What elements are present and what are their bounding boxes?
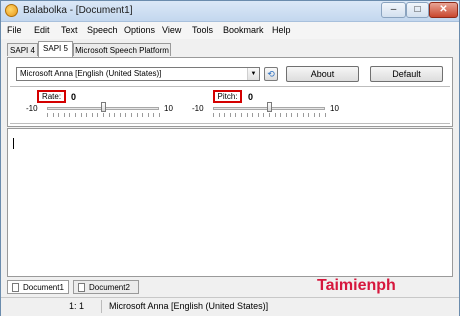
rate-slider-tick [58,113,60,117]
pitch-slider-tick [224,113,226,117]
tab-document2-label: Document2 [89,283,130,292]
rate-slider-tick [97,113,99,117]
pitch-slider-tick [302,113,304,117]
menu-bookmark[interactable]: Bookmark [223,25,264,35]
tab-sapi5[interactable]: SAPI 5 [38,41,73,57]
pitch-slider-tick [263,113,265,117]
pitch-slider-tick [235,113,237,117]
pitch-slider-tick [297,113,298,117]
menu-edit[interactable]: Edit [34,25,50,35]
pitch-slider-thumb[interactable] [267,102,272,112]
pitch-slider-tick [280,113,282,117]
menu-file[interactable]: File [7,25,22,35]
rate-slider-tick [131,113,132,117]
pitch-slider-tick [252,113,254,117]
menu-speech[interactable]: Speech [87,25,118,35]
status-voice: Microsoft Anna [English (United States)] [109,301,269,311]
tab-document1[interactable]: Document1 [7,280,69,294]
rate-min: -10 [26,104,38,113]
menu-help[interactable]: Help [272,25,291,35]
pitch-slider-tick [246,113,248,117]
rate-slider-tick [114,113,116,117]
pitch-slider-tick [241,113,242,117]
app-icon [5,4,18,17]
voice-dropdown-value: Microsoft Anna [English (United States)] [20,69,162,78]
tab-document2[interactable]: Document2 [73,280,139,294]
rate-slider-tick [69,113,71,117]
text-editor[interactable] [7,128,453,277]
pitch-slider-tick [325,113,326,117]
rate-slider-tick [136,113,138,117]
about-button[interactable]: About [286,66,359,82]
pitch-slider-tick [274,113,276,117]
menu-text[interactable]: Text [61,25,78,35]
rate-label: Rate: [37,90,66,103]
pitch-slider-tick [229,113,231,117]
title-bar: Balabolka - [Document1] – □ ✕ [1,1,459,22]
rate-slider-tick [52,113,54,117]
chevron-down-icon[interactable]: ▼ [247,68,259,80]
voice-dropdown[interactable]: Microsoft Anna [English (United States)]… [16,67,260,81]
rate-slider-tick [119,113,121,117]
cursor-position: 1: 1 [69,301,85,311]
rate-slider-tick [103,113,104,117]
text-caret [13,138,14,149]
rate-slider-thumb[interactable] [101,102,106,112]
menu-options[interactable]: Options [124,25,155,35]
rate-slider-tick [75,113,76,117]
minimize-button[interactable]: – [381,2,406,18]
rate-slider-tick [153,113,155,117]
rate-slider-tick [86,113,88,117]
voice-controls: Rate: 0 -10 10 Pitch: 0 -10 10 [10,86,450,124]
pitch-slider-tick [257,113,259,117]
menu-view[interactable]: View [162,25,181,35]
refresh-voices-button[interactable]: ⟲ [264,67,278,81]
pitch-min: -10 [192,104,204,113]
pitch-slider-tick [319,113,321,117]
document-icon [12,283,19,292]
window-title: Balabolka - [Document1] [23,5,133,16]
status-divider [101,300,102,313]
app-window: Balabolka - [Document1] – □ ✕ File Edit … [0,0,460,316]
watermark-text: Taimienph [317,277,396,294]
pitch-slider-tick [313,113,315,117]
pitch-slider-tick [269,113,270,117]
rate-slider-tick [147,113,149,117]
tab-sapi4[interactable]: SAPI 4 [7,43,38,56]
rate-slider-tick [63,113,65,117]
tab-document1-label: Document1 [23,283,64,292]
maximize-button[interactable]: □ [406,2,429,18]
status-bar: 1: 1 Microsoft Anna [English (United Sta… [1,297,459,316]
menu-tools[interactable]: Tools [192,25,213,35]
rate-slider-tick [91,113,93,117]
pitch-slider-tick [218,113,220,117]
rate-slider-tick [142,113,144,117]
close-button[interactable]: ✕ [429,2,458,18]
pitch-slider-tick [308,113,310,117]
refresh-icon: ⟲ [267,69,275,79]
pitch-label: Pitch: [213,90,242,103]
rate-slider-tick [108,113,110,117]
rate-max: 10 [164,104,173,113]
pitch-value: 0 [248,92,254,102]
document-icon [78,283,85,292]
rate-slider-tick [80,113,82,117]
rate-slider-tick [159,113,160,117]
pitch-slider-tick [285,113,287,117]
default-button[interactable]: Default [370,66,443,82]
rate-slider-tick [47,113,48,117]
voice-panel: Microsoft Anna [English (United States)]… [7,57,453,127]
pitch-slider-tick [291,113,293,117]
tab-speech-platform[interactable]: Microsoft Speech Platform [73,43,171,56]
menu-bar: File Edit Text Speech Options View Tools… [1,22,459,39]
watermark-logo: Taimienph [317,277,396,295]
rate-value: 0 [71,92,77,102]
rate-slider-tick [125,113,127,117]
pitch-slider-tick [213,113,214,117]
pitch-max: 10 [330,104,339,113]
